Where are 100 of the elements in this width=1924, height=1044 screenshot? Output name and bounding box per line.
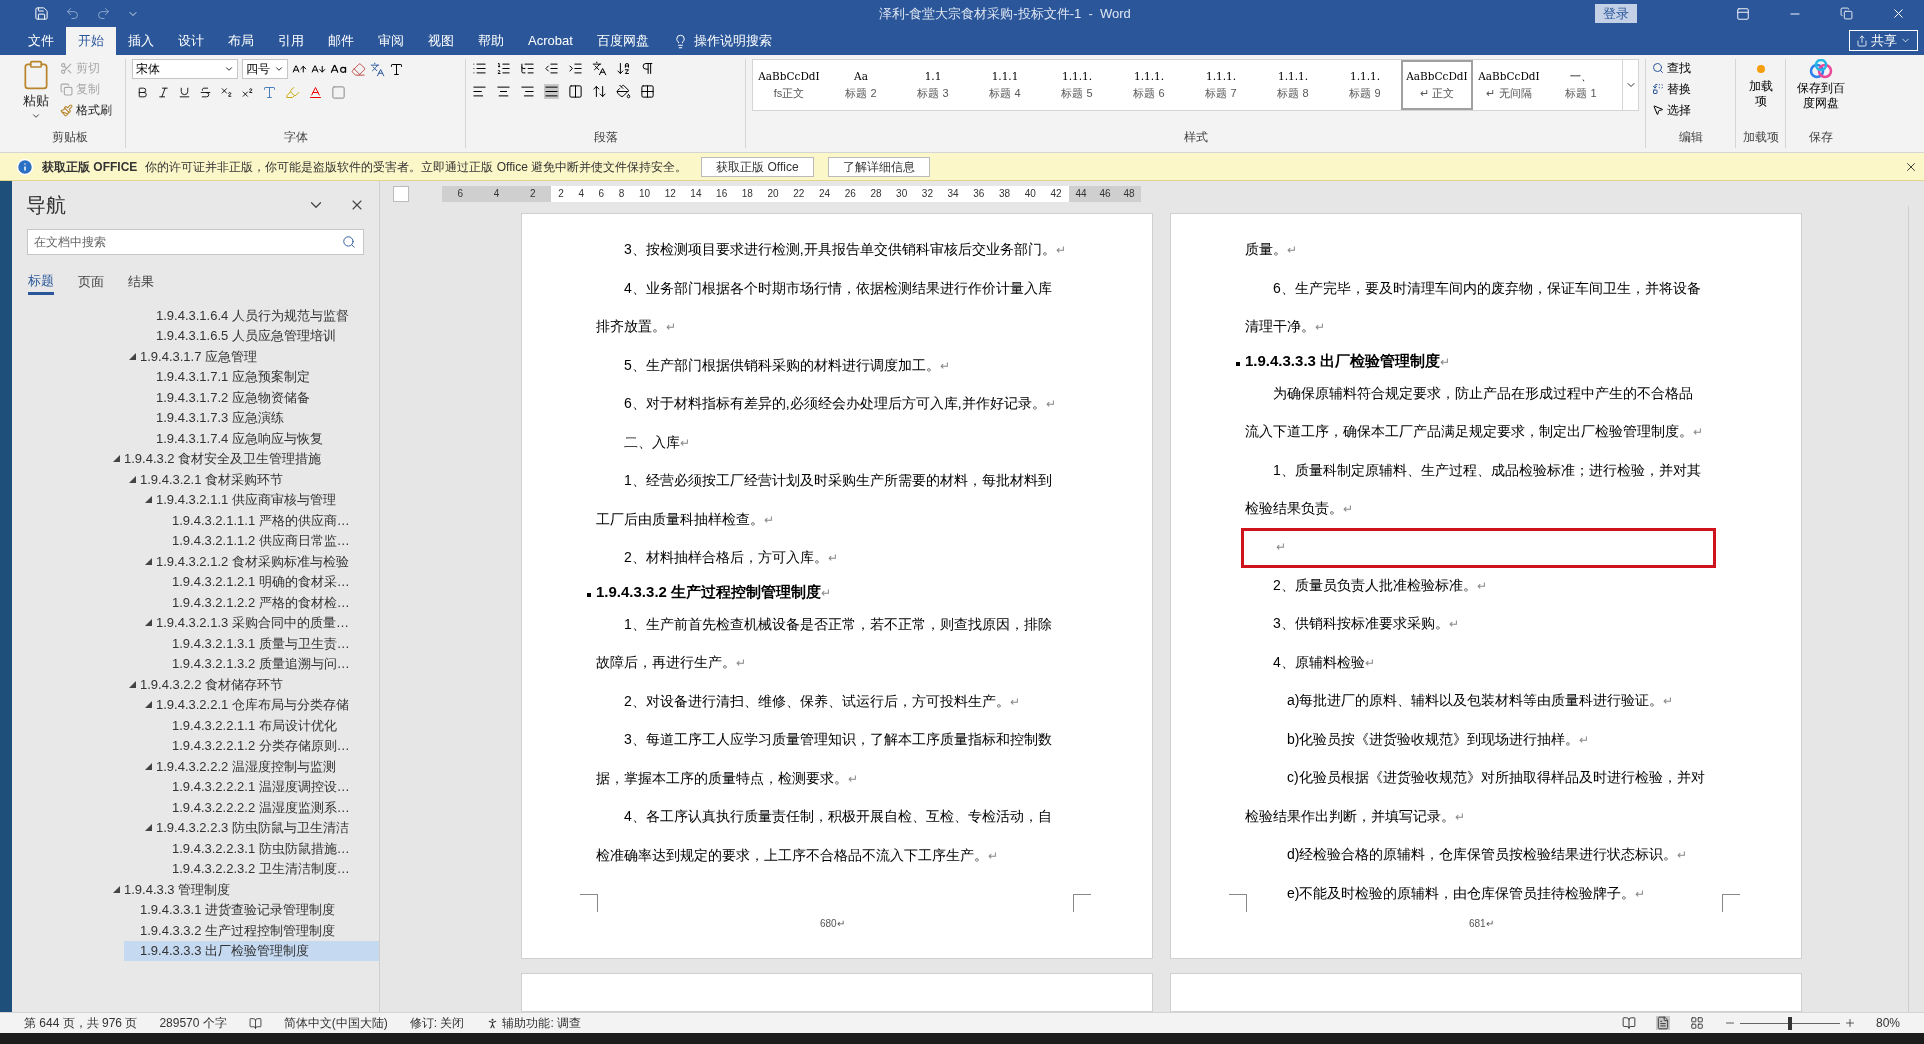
nav-heading-item[interactable]: 1.9.4.3.2.1.2.2 严格的食材检… (156, 592, 379, 613)
expand-triangle-icon[interactable] (144, 701, 152, 709)
ribbon-tab[interactable]: Acrobat (516, 27, 585, 55)
track-changes-status[interactable]: 修订: 关闭 (409, 1014, 465, 1032)
style-gallery-item[interactable]: 1.1.1. 标题 5 (1041, 60, 1113, 110)
nav-heading-item[interactable]: 1.9.4.3.3.1 进货查验记录管理制度 (124, 899, 379, 920)
nav-heading-item[interactable]: 1.9.4.3.2.1.1 供应商审核与管理 (140, 489, 379, 510)
nav-heading-item[interactable]: 1.9.4.3.2.1 食材采购环节 (124, 469, 379, 490)
nav-heading-item[interactable]: 1.9.4.3.2 食材安全及卫生管理措施 (108, 448, 379, 469)
nav-heading-item[interactable]: 1.9.4.3.2.2.3 防虫防鼠与卫生清洁 (140, 817, 379, 838)
nav-heading-item[interactable]: 1.9.4.3.2.1.3 采购合同中的质量… (140, 612, 379, 633)
strikethrough-icon[interactable] (199, 86, 212, 99)
ribbon-tab[interactable]: 插入 (116, 27, 166, 55)
undo-icon[interactable] (65, 6, 80, 21)
ribbon-display-icon[interactable] (1736, 6, 1750, 21)
save-to-cloud-button[interactable]: 保存到百度网盘 (1794, 59, 1848, 111)
nav-heading-item[interactable]: 1.9.4.3.2.1.2 食材采购标准与检验 (140, 551, 379, 572)
italic-icon[interactable] (157, 86, 170, 99)
search-icon[interactable] (342, 235, 356, 249)
nav-heading-item[interactable]: 1.9.4.3.2.2.3.2 卫生清洁制度… (156, 858, 379, 879)
multilevel-list-icon[interactable] (520, 61, 535, 76)
ribbon-tab[interactable]: 引用 (266, 27, 316, 55)
pane-tab[interactable]: 结果 (128, 269, 154, 295)
restore-icon[interactable] (1840, 7, 1853, 20)
borders-icon[interactable] (640, 84, 655, 99)
align-right-icon[interactable] (520, 84, 535, 99)
style-gallery-item[interactable]: Aa 标题 2 (825, 60, 897, 110)
nav-heading-item[interactable]: 1.9.4.3.2.2.1.1 布局设计优化 (156, 715, 379, 736)
zoom-level[interactable]: 80% (1875, 1014, 1900, 1032)
ribbon-tab[interactable]: 布局 (216, 27, 266, 55)
print-layout-icon[interactable] (1655, 1016, 1670, 1030)
search-field[interactable]: 在文档中搜索 (27, 229, 364, 255)
nav-heading-item[interactable]: 1.9.4.3.2.2.3.1 防虫防鼠措施… (156, 838, 379, 859)
nav-heading-item[interactable]: 1.9.4.3.1.7 应急管理 (124, 346, 379, 367)
ribbon-tab[interactable]: 开始 (66, 27, 116, 55)
ribbon-tab[interactable]: 审阅 (366, 27, 416, 55)
sort-icon[interactable] (616, 61, 631, 76)
font-name-field[interactable]: 宋体 (132, 59, 238, 79)
style-gallery-item[interactable]: 1.1.1. 标题 9 (1329, 60, 1401, 110)
nav-heading-item[interactable]: 1.9.4.3.1.7.1 应急预案制定 (140, 366, 379, 387)
paste-button[interactable]: 粘贴 (20, 59, 52, 121)
style-gallery-item[interactable]: 1.1.1. 标题 6 (1113, 60, 1185, 110)
line-spacing-icon[interactable] (592, 84, 607, 99)
replace-button[interactable]: 替换 (1652, 80, 1729, 98)
ribbon-tab[interactable]: 百度网盘 (584, 27, 661, 55)
nav-heading-item[interactable]: 1.9.4.3.1.7.4 应急响应与恢复 (140, 428, 379, 449)
expand-triangle-icon[interactable] (144, 619, 152, 627)
show-marks-icon[interactable] (640, 61, 655, 76)
bullets-icon[interactable] (472, 61, 487, 76)
style-gallery-item[interactable]: 1.1 标题 3 (897, 60, 969, 110)
underline-icon[interactable] (178, 86, 191, 99)
info-action-button[interactable]: 获取正版 Office (701, 156, 814, 177)
ribbon-tab[interactable]: 邮件 (316, 27, 366, 55)
close-icon[interactable] (1891, 6, 1906, 21)
justify-icon[interactable] (544, 84, 559, 99)
tell-me-search[interactable]: 操作说明搜索 (672, 27, 772, 55)
nav-heading-item[interactable]: 1.9.4.3.1.7.3 应急演练 (140, 407, 379, 428)
nav-heading-item[interactable]: 1.9.4.3.2.2.2.1 温湿度调控设… (156, 776, 379, 797)
nav-heading-item[interactable]: 1.9.4.3.2.1.3.1 质量与卫生责… (156, 633, 379, 654)
select-button[interactable]: 选择 (1652, 101, 1729, 119)
expand-triangle-icon[interactable] (144, 496, 152, 504)
zoom-in-icon[interactable] (1843, 1017, 1856, 1029)
style-gallery-item[interactable]: 一、 标题 1 (1545, 60, 1617, 110)
nav-heading-item[interactable]: 1.9.4.3.3.2 生产过程控制管理制度 (124, 920, 379, 941)
subscript-icon[interactable] (220, 86, 233, 99)
format-painter-button[interactable]: 格式刷 (60, 101, 112, 119)
distributed-icon[interactable] (568, 84, 583, 99)
font-color-icon[interactable] (308, 85, 323, 100)
accessibility-status[interactable]: 辅助功能: 调查 (486, 1014, 582, 1032)
nav-heading-item[interactable]: 1.9.4.3.2.1.3.2 质量追溯与问… (156, 653, 379, 674)
expand-triangle-icon[interactable] (144, 762, 152, 770)
nav-heading-item[interactable]: 1.9.4.3.1.6.5 人员应急管理培训 (140, 325, 379, 346)
style-gallery-item[interactable]: AaBbCcDdI ↵ 正文 (1401, 60, 1473, 110)
expand-triangle-icon[interactable] (128, 680, 136, 688)
clear-format-icon[interactable] (351, 61, 366, 77)
superscript-icon[interactable] (241, 86, 254, 99)
ribbon-tab[interactable]: 设计 (166, 27, 216, 55)
nav-heading-item[interactable]: 1.9.4.3.3 管理制度 (108, 879, 379, 900)
share-button[interactable]: 共享 (1849, 30, 1918, 51)
nav-heading-item[interactable]: 1.9.4.3.2.2.2.2 温湿度监测系… (156, 797, 379, 818)
align-left-icon[interactable] (472, 84, 487, 99)
phonetic-guide-icon[interactable] (370, 61, 385, 77)
nav-heading-item[interactable]: 1.9.4.3.1.6.4 人员行为规范与监督 (140, 305, 379, 326)
pane-tab[interactable]: 标题 (28, 269, 54, 295)
align-center-icon[interactable] (496, 84, 511, 99)
expand-triangle-icon[interactable] (112, 885, 120, 893)
info-action-button[interactable]: 了解详细信息 (827, 156, 930, 177)
nav-heading-item[interactable]: 1.9.4.3.2.2 食材储存环节 (124, 674, 379, 695)
nav-heading-item[interactable]: 1.9.4.3.2.2.2 温湿度控制与监测 (140, 756, 379, 777)
read-mode-icon[interactable] (1621, 1016, 1636, 1030)
nav-heading-item[interactable]: 1.9.4.3.2.1.1.1 严格的供应商… (156, 510, 379, 531)
expand-triangle-icon[interactable] (128, 352, 136, 360)
style-gallery-item[interactable]: 1.1.1. 标题 8 (1257, 60, 1329, 110)
nav-heading-item[interactable]: 1.9.4.3.2.2.1.2 分类存储原则… (156, 735, 379, 756)
sign-in-button[interactable]: 登录 (1594, 4, 1637, 23)
decrease-indent-icon[interactable] (544, 61, 559, 76)
nav-heading-item[interactable]: 1.9.4.3.2.1.2.1 明确的食材采… (156, 571, 379, 592)
addins-button[interactable]: 加载项 (1746, 59, 1775, 109)
proofing-icon[interactable] (248, 1016, 262, 1030)
nav-heading-item[interactable]: 1.9.4.3.2.2.1 仓库布局与分类存储 (140, 694, 379, 715)
